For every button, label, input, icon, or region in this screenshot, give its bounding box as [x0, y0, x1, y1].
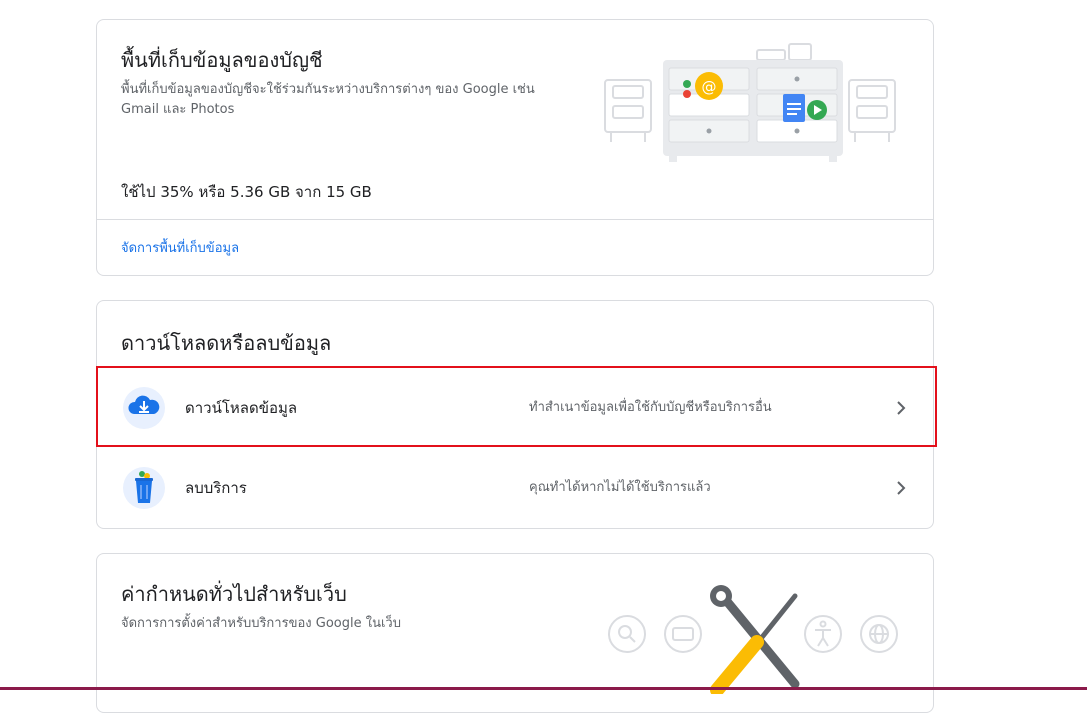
cloud-download-icon: [123, 387, 165, 429]
storage-description-line-2: Gmail และ Photos: [121, 102, 235, 117]
trash-bin-icon: [123, 467, 165, 509]
delete-service-row[interactable]: ลบบริการ คุณทำได้หากไม่ได้ใช้บริการแล้ว: [97, 448, 933, 528]
download-data-row[interactable]: ดาวน์โหลดข้อมูล ทำสำเนาข้อมูลเพื่อใช้กับ…: [97, 368, 933, 448]
search-icon: [618, 625, 636, 643]
accessibility-icon: [815, 620, 831, 647]
globe-icon: [869, 624, 889, 644]
download-data-label: ดาวน์โหลดข้อมูล: [185, 399, 298, 417]
chevron-right-icon: [897, 401, 906, 415]
storage-drawers-illustration: @: [604, 43, 896, 162]
tools-icon: [710, 585, 800, 694]
storage-card: พื้นที่เก็บข้อมูลของบัญชี พื้นที่เก็บข้อ…: [96, 19, 934, 276]
download-delete-title: ดาวน์โหลดหรือลบข้อมูล: [121, 331, 332, 355]
web-preferences-title: ค่ากำหนดทั่วไปสำหรับเว็บ: [121, 582, 347, 606]
storage-usage-text: ใช้ไป 35% หรือ 5.36 GB จาก 15 GB: [121, 183, 372, 201]
storage-divider: [97, 219, 933, 220]
svg-text:@: @: [702, 78, 717, 96]
storage-description-line-1: พื้นที่เก็บข้อมูลของบัญชีจะใช้ร่วมกันระห…: [121, 82, 535, 97]
web-preferences-illustration: [608, 585, 898, 694]
delete-service-label: ลบบริการ: [185, 479, 247, 497]
download-data-description: ทำสำเนาข้อมูลเพื่อใช้กับบัญชีหรือบริการอ…: [529, 400, 772, 415]
web-preferences-description: จัดการการตั้งค่าสำหรับบริการของ Google ใ…: [121, 616, 401, 631]
chevron-right-icon: [897, 481, 906, 495]
keyboard-icon: [672, 627, 694, 641]
manage-storage-link[interactable]: จัดการพื้นที่เก็บข้อมูล: [121, 237, 239, 258]
download-delete-card: ดาวน์โหลดหรือลบข้อมูล ดาวน์โหลดข้อมูล ทำ…: [96, 300, 934, 529]
storage-title: พื้นที่เก็บข้อมูลของบัญชี: [121, 48, 323, 72]
delete-service-description: คุณทำได้หากไม่ได้ใช้บริการแล้ว: [529, 480, 711, 495]
